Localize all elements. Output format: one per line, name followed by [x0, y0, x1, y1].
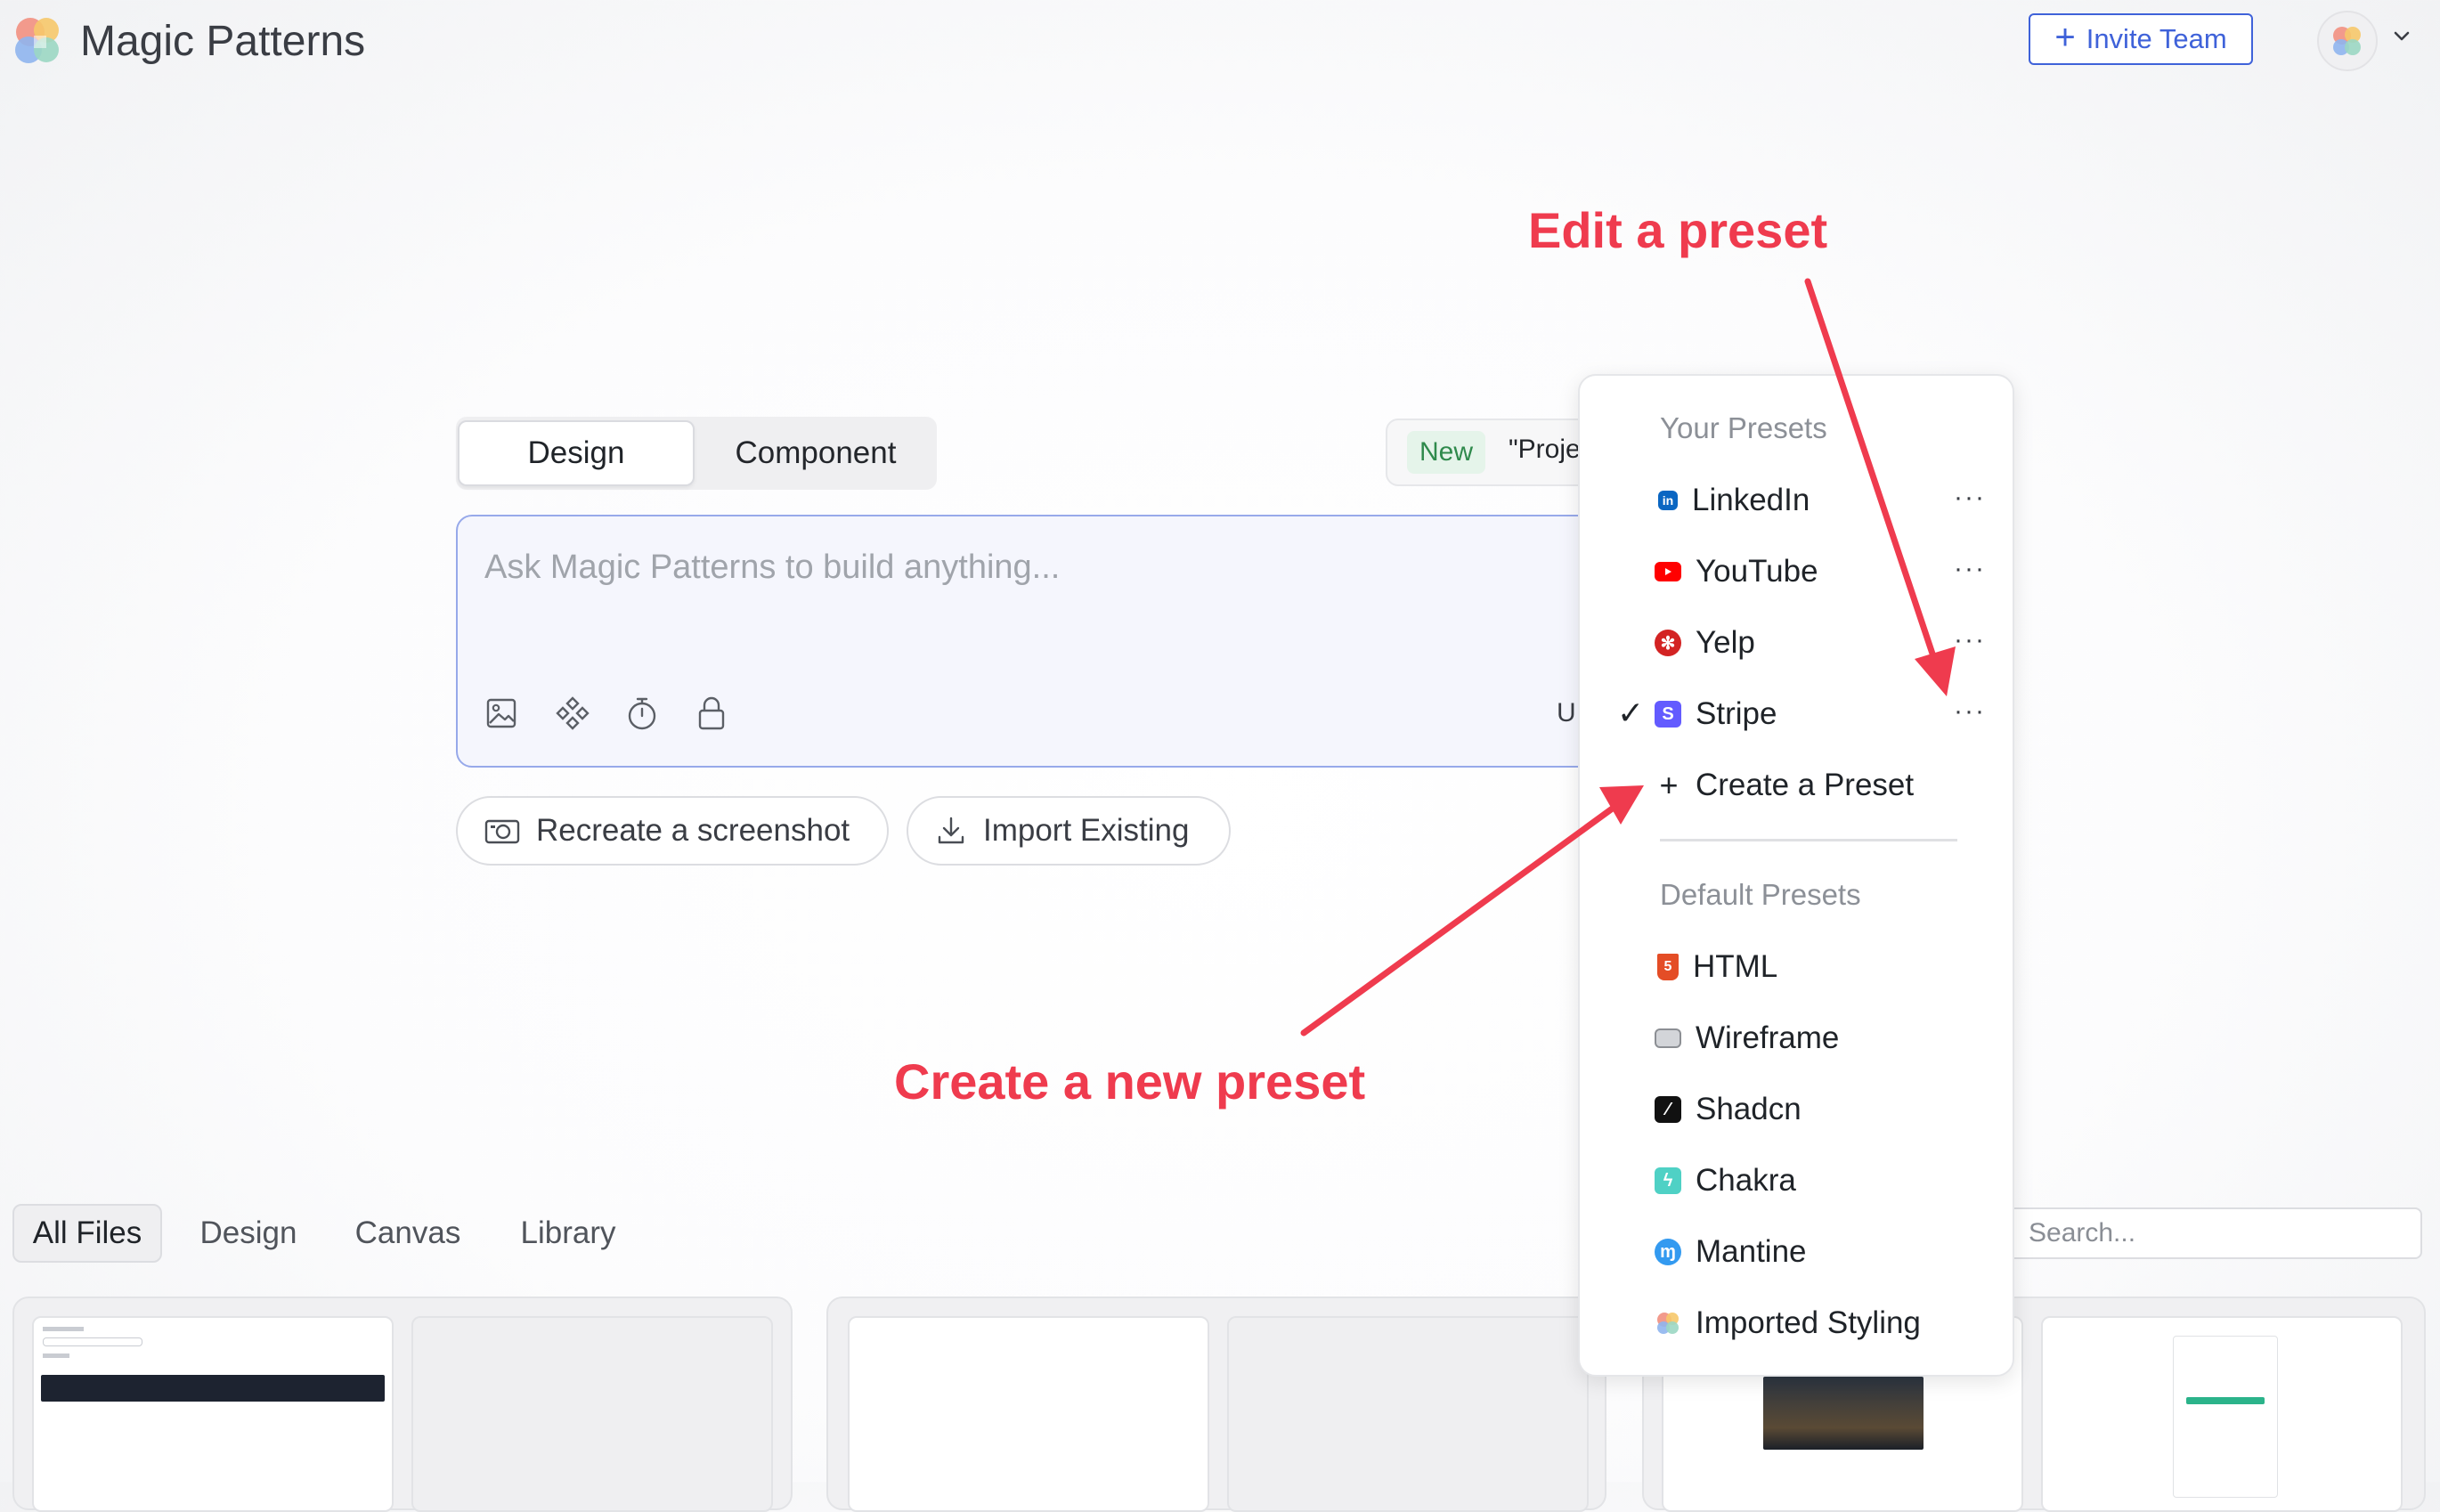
stripe-icon: S: [1655, 701, 1681, 728]
import-existing-label: Import Existing: [983, 813, 1190, 848]
preset-stripe-more-button[interactable]: ···: [1950, 696, 1989, 726]
component-icon[interactable]: [552, 693, 593, 734]
thumbnail-house-image: [1763, 1377, 1924, 1450]
thumbnail-line: [43, 1327, 84, 1331]
avatar[interactable]: [2317, 11, 2378, 71]
checkmark-icon: ✓: [1617, 695, 1645, 731]
thumbnail-pill: [43, 1337, 142, 1346]
plus-icon: +: [1659, 767, 1679, 803]
recreate-screenshot-label: Recreate a screenshot: [536, 813, 850, 848]
preset-label: Stripe: [1696, 696, 1777, 731]
preset-shadcn[interactable]: ⁄ Shadcn: [1655, 1083, 1984, 1136]
preset-label: HTML: [1693, 949, 1778, 984]
camera-icon: [484, 819, 520, 844]
download-icon: [938, 817, 964, 844]
file-thumbnail[interactable]: [411, 1316, 773, 1512]
preset-label: YouTube: [1696, 554, 1818, 589]
prompt-placeholder: Ask Magic Patterns to build anything...: [484, 549, 1061, 586]
file-thumbnail[interactable]: [2041, 1316, 2403, 1512]
recreate-screenshot-button[interactable]: Recreate a screenshot: [456, 796, 889, 866]
preset-linkedin[interactable]: in LinkedIn: [1655, 474, 1984, 527]
preset-linkedin-more-button[interactable]: ···: [1950, 483, 1989, 512]
lock-icon[interactable]: [691, 693, 732, 734]
image-upload-icon[interactable]: [481, 693, 522, 734]
tab-all-files[interactable]: All Files: [12, 1204, 162, 1263]
create-preset-label: Create a Preset: [1696, 768, 1915, 802]
tab-files-canvas[interactable]: Canvas: [338, 1204, 477, 1263]
tab-files-design[interactable]: Design: [185, 1204, 312, 1263]
linkedin-icon: in: [1658, 491, 1678, 510]
file-thumbnail[interactable]: [848, 1316, 1209, 1512]
new-badge: New: [1407, 431, 1486, 474]
preset-label: Imported Styling: [1696, 1305, 1921, 1340]
import-existing-button[interactable]: Import Existing: [907, 796, 1231, 866]
preset-yelp[interactable]: ✻ Yelp: [1655, 616, 1984, 670]
search-input[interactable]: Search...: [1986, 1207, 2422, 1259]
magic-patterns-logo[interactable]: [11, 12, 66, 68]
thumbnail-dark-bar: [41, 1375, 385, 1402]
preset-label: LinkedIn: [1692, 483, 1810, 517]
preset-html[interactable]: 5 HTML: [1655, 940, 1984, 994]
tab-files-library[interactable]: Library: [499, 1204, 638, 1263]
project-suggestion-text: "Proje: [1509, 435, 1581, 464]
preset-imported-styling[interactable]: Imported Styling: [1655, 1297, 1984, 1350]
preset-yelp-more-button[interactable]: ···: [1950, 625, 1989, 654]
preset-chakra[interactable]: ϟ Chakra: [1655, 1154, 1984, 1207]
your-presets-header: Your Presets: [1660, 411, 1827, 444]
preset-label: Shadcn: [1696, 1092, 1802, 1126]
invite-team-button[interactable]: + Invite Team: [2029, 13, 2253, 65]
magic-patterns-avatar-icon: [2333, 27, 2361, 55]
youtube-icon: [1655, 562, 1681, 581]
preset-youtube[interactable]: YouTube: [1655, 545, 1984, 598]
chevron-down-icon[interactable]: [2388, 23, 2415, 50]
annotation-create-preset: Create a new preset: [894, 1053, 1366, 1110]
timer-icon[interactable]: [622, 693, 663, 734]
preset-label: Chakra: [1696, 1163, 1796, 1198]
divider: [1660, 839, 1957, 841]
preset-wireframe[interactable]: Wireframe: [1655, 1012, 1984, 1065]
annotation-edit-preset: Edit a preset: [1528, 202, 1828, 258]
chakra-icon: ϟ: [1655, 1167, 1681, 1194]
preset-label: Mantine: [1696, 1234, 1807, 1269]
thumbnail-form: [2173, 1336, 2278, 1498]
file-thumbnail[interactable]: [32, 1316, 394, 1512]
invite-team-label: Invite Team: [2086, 23, 2227, 54]
magic-patterns-icon: [1657, 1313, 1679, 1334]
default-presets-header: Default Presets: [1660, 878, 1861, 911]
preset-mantine[interactable]: ɱ Mantine: [1655, 1225, 1984, 1279]
wireframe-icon: [1655, 1028, 1681, 1048]
prompt-cutoff-text: U: [1557, 698, 1576, 728]
tab-component[interactable]: Component: [696, 420, 935, 486]
html5-icon: 5: [1657, 954, 1679, 980]
tab-design[interactable]: Design: [458, 420, 695, 486]
preset-youtube-more-button[interactable]: ···: [1950, 554, 1989, 583]
preset-stripe[interactable]: S Stripe: [1655, 687, 1984, 741]
mantine-icon: ɱ: [1655, 1239, 1681, 1265]
file-thumbnail[interactable]: [1227, 1316, 1589, 1512]
yelp-icon: ✻: [1655, 630, 1681, 656]
plus-icon: +: [2054, 18, 2076, 57]
thumbnail-line: [43, 1353, 69, 1358]
create-preset-button[interactable]: + Create a Preset: [1656, 759, 1986, 812]
app-title: Magic Patterns: [80, 18, 366, 65]
shadcn-icon: ⁄: [1655, 1096, 1681, 1123]
preset-label: Wireframe: [1696, 1020, 1840, 1055]
preset-label: Yelp: [1696, 625, 1755, 660]
thumbnail-button: [2186, 1397, 2265, 1404]
